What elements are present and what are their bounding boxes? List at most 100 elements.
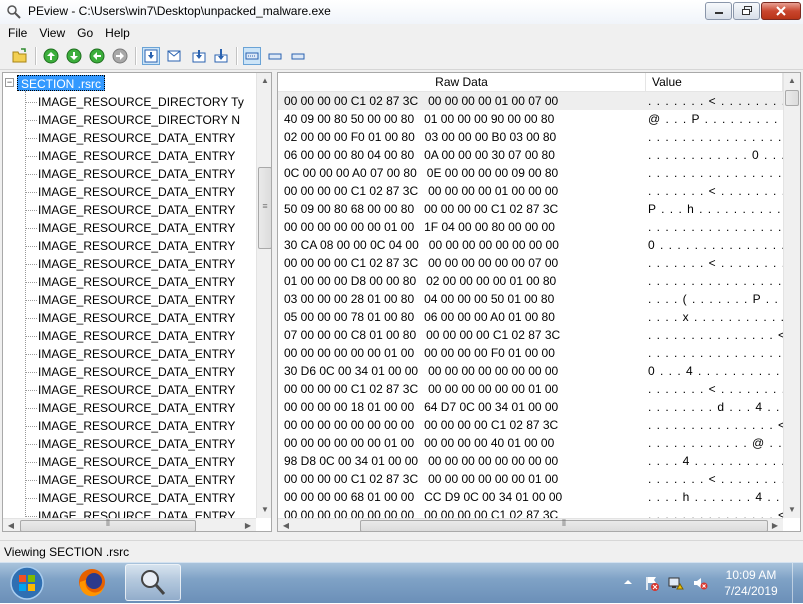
menu-help[interactable]: Help <box>99 24 136 42</box>
tree-item[interactable]: IMAGE_RESOURCE_DATA_ENTRY <box>38 399 235 417</box>
hex-row[interactable]: 30 CA 08 00 00 0C 04 00 00 00 00 00 00 0… <box>278 236 786 254</box>
tree-item[interactable]: IMAGE_RESOURCE_DATA_ENTRY <box>38 255 235 273</box>
hex-row[interactable]: 98 D8 0C 00 34 01 00 00 00 00 00 00 00 0… <box>278 452 785 470</box>
tree-item[interactable]: IMAGE_RESOURCE_DIRECTORY N <box>38 111 240 129</box>
go-down-icon[interactable] <box>65 47 83 65</box>
column-value[interactable]: Value <box>646 73 783 91</box>
tree-item[interactable]: IMAGE_RESOURCE_DATA_ENTRY <box>38 219 235 237</box>
tree-vertical-scrollbar[interactable]: ▲ ≡ ▼ <box>256 73 271 518</box>
hex-row[interactable]: 00 00 00 00 C1 02 87 3C 00 00 00 00 01 0… <box>278 92 785 110</box>
tree-item[interactable]: IMAGE_RESOURCE_DATA_ENTRY <box>38 471 235 489</box>
minimize-button[interactable] <box>705 2 732 20</box>
scroll-up-icon[interactable]: ▲ <box>257 73 271 89</box>
hex-horizontal-scrollbar[interactable]: ◀ ⦀ ▶ <box>278 518 783 531</box>
taskbar-peview[interactable] <box>125 564 181 601</box>
clock[interactable]: 10:09 AM 7/24/2019 <box>716 567 786 599</box>
hex-row[interactable]: 00 00 00 00 00 00 01 00 00 00 00 00 40 0… <box>278 434 790 452</box>
tree-item[interactable]: IMAGE_RESOURCE_DATA_ENTRY <box>38 417 235 435</box>
restore-button[interactable] <box>733 2 760 20</box>
tree-item[interactable]: IMAGE_RESOURCE_DATA_ENTRY <box>38 453 235 471</box>
tree-item[interactable]: IMAGE_RESOURCE_DIRECTORY Ty <box>38 93 244 111</box>
hex-value: 0 . . . . . . . . . . . . . . . <box>648 238 786 252</box>
hex-row[interactable]: 00 00 00 00 68 01 00 00 CC D9 0C 00 34 0… <box>278 488 788 506</box>
show-desktop-button[interactable] <box>792 563 803 603</box>
taskbar-firefox[interactable] <box>64 564 120 601</box>
column-raw-data[interactable]: Raw Data <box>278 73 646 91</box>
single-line-icon[interactable] <box>266 47 284 65</box>
scroll-right-icon[interactable]: ▶ <box>240 518 256 531</box>
menu-file[interactable]: File <box>0 24 33 42</box>
collapse-icon[interactable]: − <box>5 78 14 87</box>
tree-item[interactable]: IMAGE_RESOURCE_DATA_ENTRY <box>38 381 235 399</box>
hex-row[interactable]: 30 D6 0C 00 34 01 00 00 00 00 00 00 00 0… <box>278 362 788 380</box>
tree-pane: − SECTION .rsrc IMAGE_RESOURCE_DIRECTORY… <box>2 72 272 532</box>
open-file-icon[interactable] <box>11 47 29 65</box>
close-button[interactable] <box>761 2 801 20</box>
tree-item[interactable]: IMAGE_RESOURCE_DATA_ENTRY <box>38 309 235 327</box>
go-back-icon[interactable] <box>88 47 106 65</box>
tree-item[interactable]: IMAGE_RESOURCE_DATA_ENTRY <box>38 237 235 255</box>
go-top-icon[interactable] <box>42 47 60 65</box>
tree-item[interactable]: IMAGE_RESOURCE_DATA_ENTRY <box>38 147 235 165</box>
view-qword-icon[interactable] <box>212 47 230 65</box>
scroll-right-icon[interactable]: ▶ <box>767 518 783 531</box>
hex-row[interactable]: 00 00 00 00 C1 02 87 3C 00 00 00 00 00 0… <box>278 254 785 272</box>
hex-row[interactable]: 00 00 00 00 00 00 01 00 00 00 00 00 F0 0… <box>278 344 783 362</box>
tree-item[interactable]: IMAGE_RESOURCE_DATA_ENTRY <box>38 363 235 381</box>
list-view-icon[interactable] <box>243 47 261 65</box>
hex-row[interactable]: 06 00 00 00 80 04 00 80 0A 00 00 00 30 0… <box>278 146 785 164</box>
peview-app-icon[interactable] <box>6 4 22 20</box>
tree-item[interactable]: IMAGE_RESOURCE_DATA_ENTRY <box>38 345 235 363</box>
tree-horizontal-scrollbar[interactable]: ◀ ⦀ ▶ <box>3 518 256 531</box>
scroll-left-icon[interactable]: ◀ <box>278 518 294 531</box>
tree-root-section-rsrc[interactable]: SECTION .rsrc <box>17 75 105 91</box>
tree-item[interactable]: IMAGE_RESOURCE_DATA_ENTRY <box>38 291 235 309</box>
hex-row[interactable]: 40 09 00 80 50 00 00 80 01 00 00 00 90 0… <box>278 110 795 128</box>
hex-row[interactable]: 50 09 00 80 68 00 00 80 00 00 00 00 C1 0… <box>278 200 793 218</box>
hex-row[interactable]: 00 00 00 00 C1 02 87 3C 00 00 00 00 00 0… <box>278 470 787 488</box>
hex-row[interactable]: 00 00 00 00 00 00 01 00 1F 04 00 00 80 0… <box>278 218 783 236</box>
scroll-up-icon[interactable]: ▲ <box>784 73 800 89</box>
scroll-down-icon[interactable]: ▼ <box>784 502 800 518</box>
hex-value: . . . . . . . < . . . . . . . . <box>648 472 787 486</box>
tree-item[interactable]: IMAGE_RESOURCE_DATA_ENTRY <box>38 201 235 219</box>
view-mail-icon[interactable] <box>165 47 183 65</box>
hex-row[interactable]: 00 00 00 00 18 01 00 00 64 D7 0C 00 34 0… <box>278 398 788 416</box>
menu-go[interactable]: Go <box>71 24 99 42</box>
tree-item[interactable]: IMAGE_RESOURCE_DATA_ENTRY <box>38 507 235 518</box>
hex-row[interactable]: 05 00 00 00 78 01 00 80 06 00 00 00 A0 0… <box>278 308 784 326</box>
hex-value: . . . . . . . < . . . . . . . . <box>648 184 787 198</box>
hex-vertical-scrollbar[interactable]: ▲ ▼ <box>783 73 800 518</box>
title-bar[interactable]: PEview - C:\Users\win7\Desktop\unpacked_… <box>0 0 803 24</box>
hex-row[interactable]: 00 00 00 00 C1 02 87 3C 00 00 00 00 00 0… <box>278 380 785 398</box>
go-forward-icon[interactable] <box>111 47 129 65</box>
view-byte-icon[interactable] <box>142 47 160 65</box>
tree-connector <box>25 480 37 481</box>
volume-muted-icon[interactable] <box>692 575 708 591</box>
tree-item[interactable]: IMAGE_RESOURCE_DATA_ENTRY <box>38 273 235 291</box>
scroll-left-icon[interactable]: ◀ <box>3 518 19 531</box>
tree-item[interactable]: IMAGE_RESOURCE_DATA_ENTRY <box>38 327 235 345</box>
scroll-down-icon[interactable]: ▼ <box>257 502 271 518</box>
tree-item[interactable]: IMAGE_RESOURCE_DATA_ENTRY <box>38 129 235 147</box>
hex-row[interactable]: 02 00 00 00 F0 01 00 80 03 00 00 00 B0 0… <box>278 128 783 146</box>
scroll-thumb[interactable] <box>785 90 799 106</box>
network-icon[interactable] <box>668 575 684 591</box>
tree-item[interactable]: IMAGE_RESOURCE_DATA_ENTRY <box>38 489 235 507</box>
hex-row[interactable]: 0C 00 00 00 A0 07 00 80 0E 00 00 00 00 0… <box>278 164 783 182</box>
action-center-flag-icon[interactable] <box>644 575 660 591</box>
tree-item[interactable]: IMAGE_RESOURCE_DATA_ENTRY <box>38 165 235 183</box>
tree-item[interactable]: IMAGE_RESOURCE_DATA_ENTRY <box>38 435 235 453</box>
hex-row[interactable]: 00 00 00 00 C1 02 87 3C 00 00 00 00 01 0… <box>278 182 787 200</box>
show-hidden-icons-icon[interactable] <box>622 576 638 592</box>
view-dword-icon[interactable] <box>190 47 208 65</box>
start-button[interactable] <box>8 565 46 601</box>
double-line-icon[interactable] <box>289 47 307 65</box>
hex-row[interactable]: 07 00 00 00 C8 01 00 80 00 00 00 00 C1 0… <box>278 326 785 344</box>
tree-item[interactable]: IMAGE_RESOURCE_DATA_ENTRY <box>38 183 235 201</box>
hex-row[interactable]: 03 00 00 00 28 01 00 80 04 00 00 00 50 0… <box>278 290 786 308</box>
hex-row[interactable]: 01 00 00 00 D8 00 00 80 02 00 00 00 00 0… <box>278 272 783 290</box>
close-icon <box>776 6 786 16</box>
hex-row[interactable]: 00 00 00 00 00 00 00 00 00 00 00 00 C1 0… <box>278 416 785 434</box>
menu-view[interactable]: View <box>33 24 71 42</box>
